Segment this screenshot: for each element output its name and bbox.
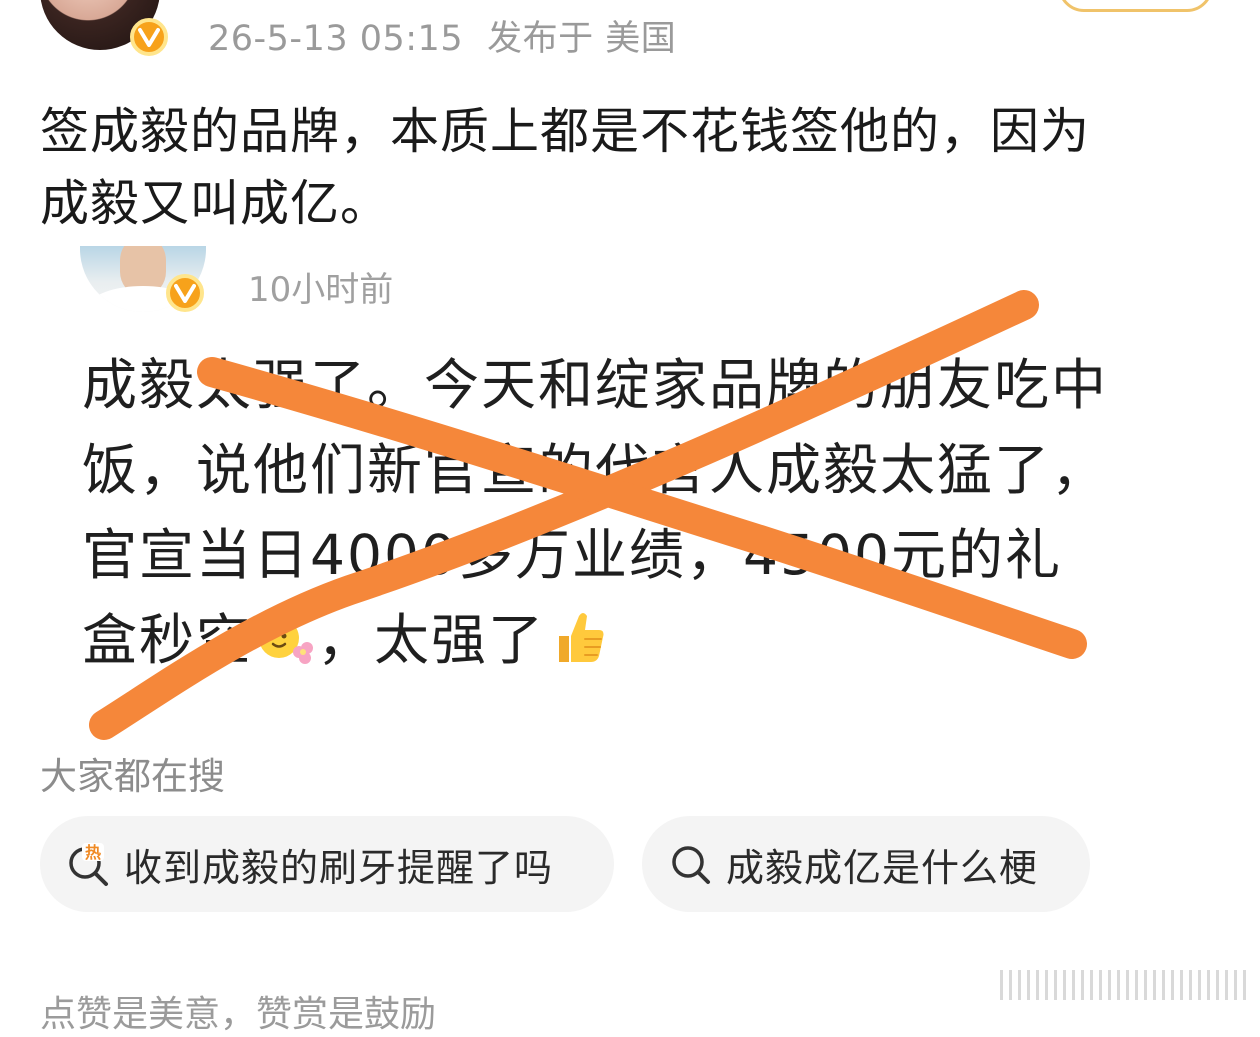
- flower-face-emoji-icon: [259, 617, 314, 664]
- post-time: 26-5-13 05:15: [208, 19, 464, 59]
- quoted-post-time: 10小时前: [248, 270, 394, 310]
- quoted-line: 官宣当日4000多万业绩，4500元的礼: [82, 523, 1062, 587]
- thumbs-up-emoji-icon: [559, 612, 604, 662]
- search-icon: [672, 846, 710, 884]
- search-chip-label: 收到成毅的刷牙提醒了吗: [124, 845, 554, 890]
- trending-searches-title: 大家都在搜: [40, 755, 225, 798]
- follow-button[interactable]: [1058, 0, 1213, 12]
- post-body-line: 签成毅的品牌，本质上都是不花钱签他的，因为: [40, 103, 1091, 160]
- hot-search-icon: 热: [69, 843, 108, 886]
- search-chip-1[interactable]: 热 收到成毅的刷牙提醒了吗: [40, 816, 614, 912]
- search-chip-label: 成毅成亿是什么梗: [726, 845, 1039, 890]
- search-chip-2[interactable]: 成毅成亿是什么梗: [642, 816, 1090, 912]
- verified-badge-icon: [130, 18, 168, 56]
- quoted-verified-badge-icon: [166, 274, 204, 312]
- quoted-line-part: ，太强了: [317, 608, 546, 672]
- post-meta: 26-5-13 05:15 发布于 美国: [208, 10, 676, 61]
- quoted-line: 饭，说他们新官宣的代言人成毅太猛了，: [82, 438, 1109, 502]
- svg-text:热: 热: [85, 843, 101, 862]
- post-location: 发布于 美国: [487, 19, 677, 59]
- reward-pattern-decoration: [1000, 970, 1250, 1010]
- quoted-line: 成毅太强了。今天和绽家品牌的朋友吃中: [82, 353, 1109, 417]
- post-body-line: 成毅又叫成亿。: [40, 175, 391, 232]
- post-body: 签成毅的品牌，本质上都是不花钱签他的，因为 成毅又叫成亿。: [40, 96, 1220, 240]
- quoted-line: 盒秒空 ，太强了: [82, 598, 1192, 683]
- quoted-line-part: 盒秒空: [82, 608, 254, 672]
- reward-hint: 点赞是美意，赞赏是鼓励: [40, 994, 437, 1035]
- quoted-post-body: 成毅太强了。今天和绽家品牌的朋友吃中 饭，说他们新官宣的代言人成毅太猛了， 官宣…: [82, 343, 1192, 683]
